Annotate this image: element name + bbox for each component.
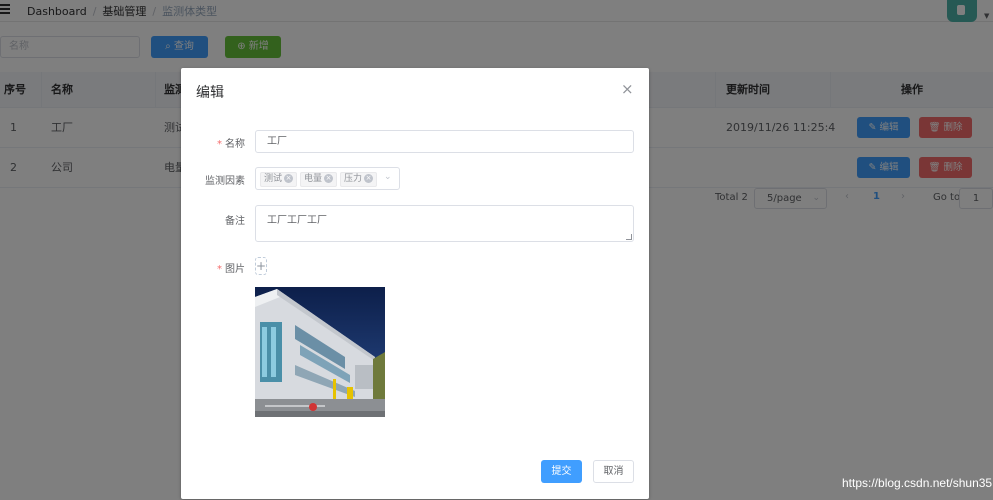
remark-value: 工厂工厂工厂 [267, 215, 327, 226]
watermark: https://blog.csdn.net/shun35 [842, 476, 993, 490]
chevron-down-icon: ⌄ [384, 172, 392, 182]
name-field-label-text: 名称 [225, 139, 245, 150]
resize-handle-icon[interactable] [626, 234, 632, 240]
factor-tag-label: 压力 [344, 174, 363, 184]
building-photo [255, 287, 385, 417]
factor-tag: 压力 × [340, 172, 378, 187]
factor-tag: 测试 × [260, 172, 298, 187]
remark-field-label: 备注 [225, 216, 245, 227]
required-mark: * [217, 139, 222, 150]
required-mark: * [217, 264, 222, 275]
tag-close-icon[interactable]: × [324, 174, 334, 183]
factor-tag-label: 电量 [304, 174, 323, 184]
building-photo-image [255, 287, 385, 417]
remark-textarea[interactable]: 工厂工厂工厂 [255, 205, 634, 242]
close-icon[interactable]: × [621, 80, 634, 98]
tag-close-icon[interactable]: × [284, 174, 294, 183]
edit-dialog: 编辑 × * 名称 工厂 监测因素 测试 × 电量 × 压力 × ⌄ 备注 工厂工厂工厂… [181, 68, 649, 499]
name-field-label: * 名称 [217, 135, 245, 150]
tag-close-icon[interactable]: × [364, 174, 374, 183]
factors-field-label: 监测因素 [205, 176, 245, 187]
name-field[interactable]: 工厂 [255, 130, 634, 153]
image-field-label-text: 图片 [225, 264, 245, 275]
cancel-button[interactable]: 取消 [593, 460, 634, 483]
factors-multiselect[interactable]: 测试 × 电量 × 压力 × ⌄ [255, 167, 400, 190]
image-field-label: * 图片 [217, 260, 245, 275]
dialog-title: 编辑 [196, 85, 224, 101]
factor-tag: 电量 × [300, 172, 338, 187]
upload-plus-icon[interactable]: + [255, 257, 267, 275]
factor-tag-label: 测试 [264, 174, 283, 184]
submit-button[interactable]: 提交 [541, 460, 582, 483]
